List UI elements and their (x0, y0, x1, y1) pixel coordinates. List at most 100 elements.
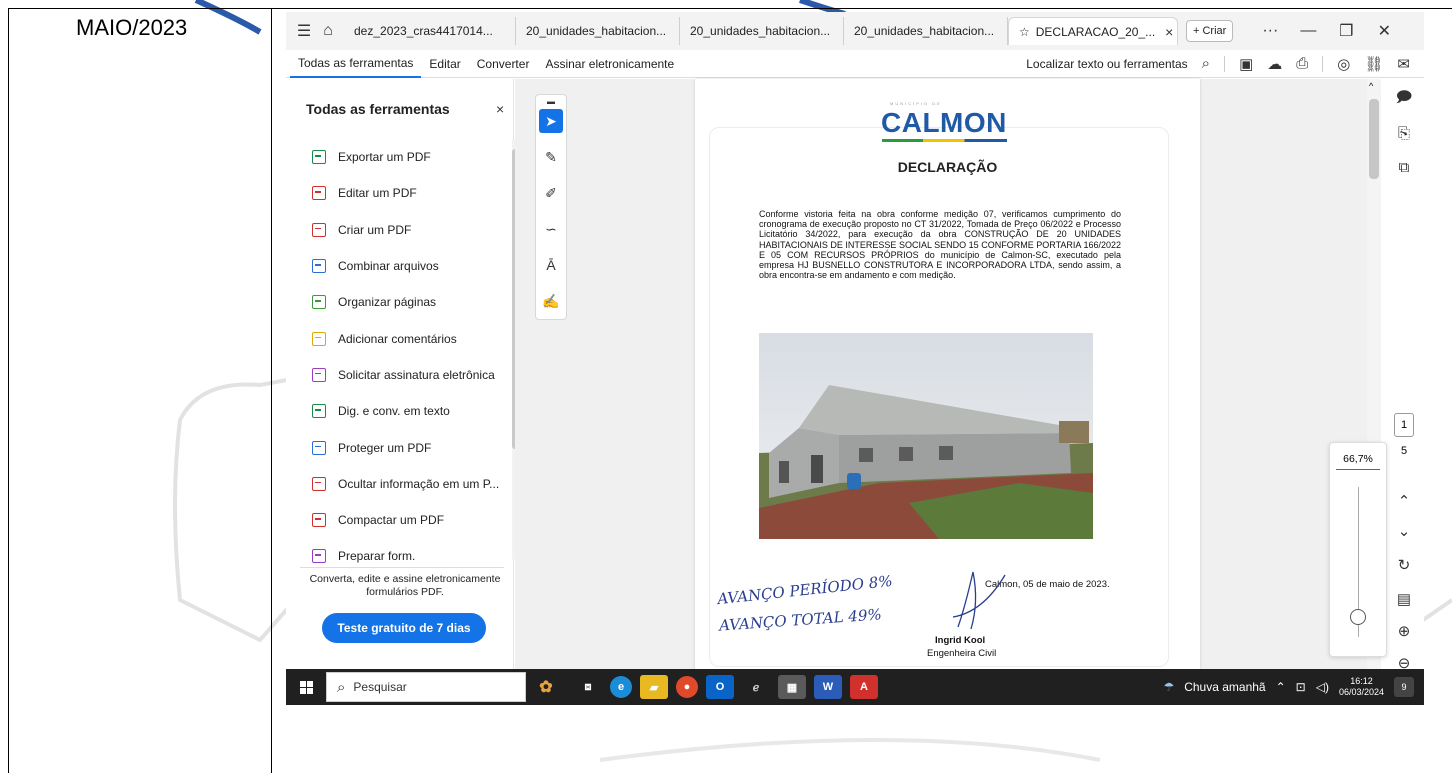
current-page-input[interactable]: 1 (1394, 413, 1414, 437)
tool-item[interactable]: Adicionar comentários (286, 320, 506, 356)
zoom-in-icon[interactable]: ⊕ (1394, 621, 1414, 641)
tab-document-3[interactable]: 20_unidades_habitacion... (680, 17, 844, 45)
save-icon[interactable]: ▣ (1239, 55, 1253, 73)
more-options-icon[interactable]: ··· (1251, 22, 1289, 40)
menu-sign[interactable]: Assinar eletronicamente (537, 50, 682, 78)
search-icon: ⌕ (337, 678, 346, 696)
volume-icon[interactable]: ◁) (1316, 680, 1329, 694)
easter-widget-icon[interactable]: ✿ (532, 675, 560, 699)
outlook-icon[interactable]: O (706, 675, 734, 699)
declaration-body: Conforme vistoria feita na obra conforme… (759, 209, 1121, 281)
tool-item-label: Solicitar assinatura eletrônica (338, 367, 495, 382)
home-icon[interactable]: ⌂ (316, 19, 340, 43)
weather-icon[interactable]: ☂ (1163, 680, 1174, 694)
tab-document-active[interactable]: ☆ DECLARACAO_20_... × (1008, 17, 1178, 45)
task-view-icon[interactable]: ⧈ (574, 675, 602, 699)
clock-date: 06/03/2024 (1338, 687, 1384, 697)
tool-item[interactable]: Preparar form. (286, 538, 506, 574)
internet-explorer-icon[interactable]: ℯ (742, 675, 770, 699)
fit-page-icon[interactable]: ▤ (1394, 589, 1414, 609)
print-icon[interactable]: ⎙ (1296, 55, 1308, 72)
edge-browser-icon[interactable]: e (610, 676, 632, 698)
word-icon[interactable]: W (814, 675, 842, 699)
minimize-icon[interactable]: — (1289, 22, 1327, 40)
document-date-heading: MAIO/2023 (76, 15, 188, 40)
calculator-icon[interactable]: ▦ (778, 675, 806, 699)
comment-panel-icon[interactable]: 🗩 (1394, 89, 1414, 109)
acrobat-icon[interactable]: A (850, 675, 878, 699)
fill-sign-icon[interactable]: ✍ (539, 289, 563, 313)
ai-assistant-icon[interactable]: ◎ (1337, 55, 1350, 73)
close-tab-icon[interactable]: × (1165, 24, 1173, 40)
tool-item[interactable]: Exportar um PDF (286, 139, 506, 175)
add-text-icon[interactable]: Ā (539, 253, 563, 277)
copy-pages-icon[interactable]: ⧉ (1394, 157, 1414, 177)
highlight-pen-icon[interactable]: ✐ (539, 181, 563, 205)
organize-pages-icon (312, 295, 326, 310)
windows-start-icon[interactable] (286, 680, 326, 694)
chevron-up-icon[interactable]: ⌃ (1394, 491, 1414, 511)
weather-text[interactable]: Chuva amanhã (1184, 680, 1265, 694)
tool-item-label: Criar um PDF (338, 222, 412, 237)
promo-text: Converta, edite e assine eletronicamente… (309, 573, 501, 598)
tab-document-1[interactable]: dez_2023_cras4417014... (344, 17, 516, 45)
network-icon[interactable]: ⊡ (1296, 680, 1306, 694)
tool-item[interactable]: Organizar páginas (286, 284, 506, 320)
tool-item[interactable]: Dig. e conv. em texto (286, 393, 506, 429)
tab-document-4[interactable]: 20_unidades_habitacion... (844, 17, 1008, 45)
grip-handle[interactable]: ▬ (539, 97, 563, 106)
create-button[interactable]: + Criar (1186, 20, 1234, 42)
find-tools-label[interactable]: Localizar texto ou ferramentas (1026, 57, 1187, 71)
restore-icon[interactable]: ❐ (1327, 21, 1365, 41)
signer-name: Ingrid Kool (935, 635, 986, 646)
scroll-up-icon[interactable]: ^ (1369, 81, 1373, 91)
draw-freehand-icon[interactable]: ∽ (539, 217, 563, 241)
menu-edit[interactable]: Editar (421, 50, 468, 78)
tool-item[interactable]: Solicitar assinatura eletrônica (286, 357, 506, 393)
scrollbar-thumb[interactable] (1369, 99, 1379, 179)
tool-item[interactable]: Editar um PDF (286, 175, 506, 211)
rotate-icon[interactable]: ↻ (1394, 555, 1414, 575)
email-icon[interactable]: ✉ (1397, 55, 1410, 73)
free-trial-button[interactable]: Teste gratuito de 7 dias (322, 613, 486, 643)
signature (952, 571, 1006, 630)
tool-item[interactable]: Ocultar informação em um P... (286, 466, 506, 502)
bookmark-icon[interactable]: ⎘ (1394, 123, 1414, 143)
zoom-slider-handle[interactable] (1350, 609, 1366, 625)
tray-chevron-icon[interactable]: ⌃ (1276, 680, 1286, 694)
table-border-top (8, 8, 1452, 9)
tool-item[interactable]: Proteger um PDF (286, 429, 506, 465)
compress-pdf-icon (312, 513, 326, 528)
close-panel-icon[interactable]: × (496, 101, 504, 117)
tool-item-label: Dig. e conv. em texto (338, 404, 450, 419)
search-icon[interactable]: ⌕ (1202, 55, 1210, 72)
link-icon[interactable]: ⛓ (1364, 55, 1383, 73)
tool-item[interactable]: Combinar arquivos (286, 248, 506, 284)
tool-item-label: Proteger um PDF (338, 440, 432, 455)
quick-tools-bar: ▬ ➤ ✎ ✐ ∽ Ā ✍ (535, 94, 567, 320)
tool-item[interactable]: Compactar um PDF (286, 502, 506, 538)
notifications-icon[interactable]: 9 (1394, 677, 1414, 697)
add-comment-icon[interactable]: ✎ (539, 145, 563, 169)
taskbar-search[interactable]: ⌕ Pesquisar (326, 672, 526, 702)
tool-item-label: Editar um PDF (338, 186, 417, 201)
tool-item[interactable]: Criar um PDF (286, 212, 506, 248)
taskbar-search-placeholder: Pesquisar (353, 680, 407, 694)
tab-document-2[interactable]: 20_unidades_habitacion... (516, 17, 680, 45)
declaration-title: DECLARAÇÃO (897, 159, 998, 175)
zoom-value[interactable]: 66,7% (1336, 453, 1380, 470)
chrome-browser-icon[interactable]: ● (676, 676, 698, 698)
tool-item-label: Compactar um PDF (338, 513, 445, 528)
select-cursor-icon[interactable]: ➤ (539, 109, 563, 133)
star-icon[interactable]: ☆ (1019, 25, 1030, 39)
menu-convert[interactable]: Converter (469, 50, 538, 78)
logo-subtitle: MUNICÍPIO DE (890, 101, 942, 106)
taskbar-clock[interactable]: 16:12 06/03/2024 (1339, 676, 1384, 698)
close-window-icon[interactable]: ✕ (1365, 21, 1403, 41)
menu-all-tools[interactable]: Todas as ferramentas (290, 50, 422, 78)
file-explorer-icon[interactable]: ▰ (640, 675, 668, 699)
upload-cloud-icon[interactable]: ☁ (1267, 55, 1282, 73)
chevron-down-icon[interactable]: ⌄ (1394, 521, 1414, 541)
menu-icon[interactable]: ☰ (292, 19, 316, 43)
panel-divider (300, 567, 504, 568)
